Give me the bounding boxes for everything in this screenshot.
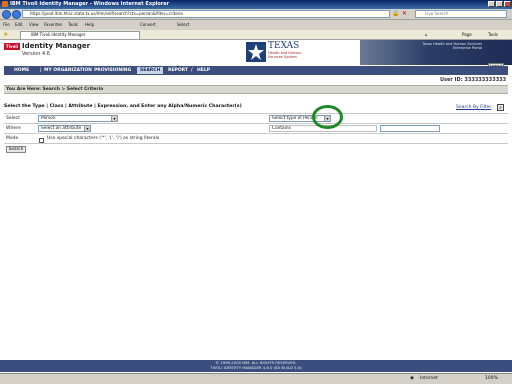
address-toolbar: https://prod.itim.hhsc.state.tx.us/itim/… [0,9,512,20]
footer-build: TIVOLI IDENTITY MANAGER 4.6.0 (IDI BUILD… [210,365,302,370]
tools-menu[interactable]: Tools [488,32,498,37]
chevron-down-icon: ▾ [84,126,90,131]
breadcrumb-text: You Are Here: Search > Select Criteria [6,87,104,92]
select-button[interactable]: Select [177,22,189,27]
stop-icon[interactable]: ✕ [402,10,410,18]
texas-star-icon [246,42,266,62]
breadcrumb: You Are Here: Search > Select Criteria [4,85,508,94]
search-by-filter-link[interactable]: Search By Filter [456,105,491,110]
tivoli-logo: Tivoli [4,43,20,50]
user-id-label: User ID: 333333333333 [440,77,507,83]
menu-favorites[interactable]: Favorites [44,22,62,27]
search-button[interactable]: Search [6,146,26,153]
window-title-bar: IBM Tivoli Identity Manager - Windows In… [0,0,512,9]
texas-subtitle: Health and Human Services System [268,51,301,59]
object-type-value: Person [41,116,56,121]
highlight-circle [312,105,343,129]
object-type-select[interactable]: Person ▾ [38,115,118,122]
address-bar[interactable]: https://prod.itim.hhsc.state.tx.us/itim/… [22,10,390,18]
form-divider [4,143,508,144]
security-zone: Internet [420,376,438,381]
section-title: Select the Type | Class | Attribute | Ex… [4,104,242,109]
close-button[interactable] [504,1,511,7]
chevron-down-icon: ▾ [111,116,117,121]
hhs-portal-banner: Texas Health and Human Services Enterpri… [360,40,512,65]
nav-separator: | [40,68,42,73]
menu-help[interactable]: Help [85,22,94,27]
nav-separator: / [191,68,193,73]
maximize-button[interactable] [496,1,503,7]
forward-button[interactable] [12,10,21,19]
nav-search[interactable]: SEARCH [137,67,164,74]
app-banner: Tivoli Identity Manager Version 4.6 TEXA… [0,40,512,65]
nav-help[interactable]: HELP [197,67,210,74]
attribute-select[interactable]: Select an attribute ▾ [38,125,91,132]
select-label: Select [6,116,20,121]
form-divider [4,123,508,124]
form-divider [4,133,508,134]
ie-app-icon [2,1,8,7]
tab-itim[interactable]: IBM Tivoli Identity Manager [20,31,140,39]
back-button[interactable] [2,10,11,19]
expression-value: Contains [272,126,291,131]
product-name: Identity Manager [22,42,91,50]
main-nav: HOME | MY ORGANIZATION PROVISIONING SEAR… [4,66,508,75]
window-title: IBM Tivoli Identity Manager - Windows In… [10,1,170,7]
tab-label: IBM Tivoli Identity Manager [31,32,86,37]
form-divider [4,113,508,114]
convert-button[interactable]: Convert [140,22,156,27]
home-icon[interactable]: ⌂ [425,32,428,37]
special-characters-checkbox[interactable] [39,138,44,143]
nav-report[interactable]: REPORT [168,67,188,74]
hhs-portal-text: Texas Health and Human Services Enterpri… [422,42,482,50]
favorites-star-icon[interactable]: ★ [3,31,10,38]
mode-label: Mode [6,136,19,141]
texas-hhs-logo: TEXAS Health and Human Services System [246,40,356,65]
lock-icon: 🔒 [392,10,400,17]
menu-file[interactable]: File [3,22,10,27]
page-footer: © 1999-2005 IBM. ALL RIGHTS RESERVED. TI… [0,360,512,372]
attribute-value: Select an attribute [41,126,82,131]
nav-provisioning[interactable]: PROVISIONING [94,67,131,74]
filter-icon[interactable]: ⌕ [497,104,504,111]
menu-bar: File Edit View Favorites Tools Help Conv… [0,20,512,30]
nav-home[interactable]: HOME [14,67,29,74]
page-menu[interactable]: Page [462,32,472,37]
menu-edit[interactable]: Edit [15,22,23,27]
live-search-input[interactable]: Live Search [415,10,507,18]
search-value-input[interactable] [380,125,440,132]
where-label: Where [6,126,21,131]
browser-status-bar: ◉ Internet 100% [0,373,512,384]
person-type-value: Select type of Person [272,116,318,121]
globe-icon: ◉ [410,376,414,381]
minimize-button[interactable] [488,1,495,7]
nav-my-organization[interactable]: MY ORGANIZATION [44,67,92,74]
menu-tools[interactable]: Tools [68,22,78,27]
special-characters-label: Use special characters ('*', '(', ')') a… [47,136,160,141]
menu-view[interactable]: View [29,22,39,27]
texas-wordmark: TEXAS [268,41,300,51]
product-version: Version 4.6 [22,51,50,57]
zoom-level[interactable]: 100% [485,376,498,381]
tab-bar: ★ IBM Tivoli Identity Manager ⌂ Page Too… [0,30,512,40]
